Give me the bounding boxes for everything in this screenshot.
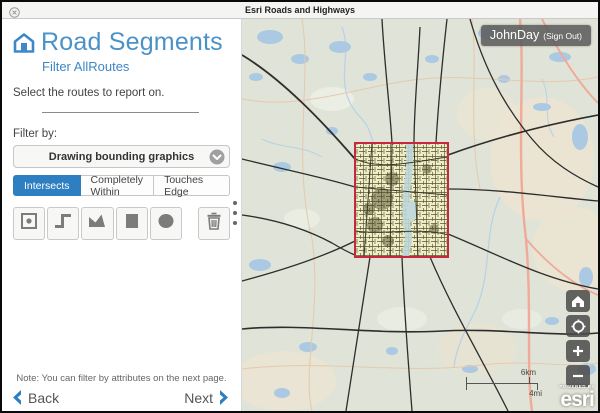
draw-toolbar bbox=[13, 207, 230, 240]
wizard-footer: Back Next bbox=[10, 389, 231, 406]
circle-icon bbox=[156, 211, 176, 236]
polyline-icon bbox=[53, 211, 73, 236]
back-label: Back bbox=[28, 390, 59, 406]
rectangle-tool-button[interactable] bbox=[116, 207, 148, 240]
scale-mi-label: 4mi bbox=[529, 389, 542, 398]
chevron-right-icon bbox=[218, 389, 231, 406]
tab-intersects[interactable]: Intersects bbox=[13, 175, 81, 196]
esri-logo: POWERED BY esri bbox=[559, 385, 595, 411]
basemap bbox=[242, 19, 598, 411]
locate-icon bbox=[571, 319, 586, 334]
minus-icon bbox=[572, 370, 584, 382]
point-tool-button[interactable] bbox=[13, 207, 45, 240]
selection-graphic[interactable] bbox=[355, 143, 448, 257]
home-icon bbox=[571, 295, 585, 308]
tab-completely-within[interactable]: Completely Within bbox=[81, 175, 155, 196]
back-button[interactable]: Back bbox=[10, 389, 64, 406]
window-title: Esri Roads and Highways bbox=[245, 5, 355, 15]
home-extent-button[interactable] bbox=[566, 290, 590, 312]
app-window: Esri Roads and Highways Road Segments Fi… bbox=[0, 0, 600, 413]
polygon-icon bbox=[87, 211, 107, 236]
polyline-tool-button[interactable] bbox=[47, 207, 79, 240]
spatial-relation-tabs: Intersects Completely Within Touches Edg… bbox=[13, 175, 230, 196]
point-icon bbox=[19, 211, 39, 236]
close-icon[interactable] bbox=[9, 5, 20, 16]
filter-by-label: Filter by: bbox=[13, 128, 241, 140]
scale-bar: 6km 4mi bbox=[466, 371, 538, 397]
chevron-left-icon bbox=[10, 389, 23, 406]
panel-resize-handle[interactable] bbox=[231, 195, 239, 231]
home-icon bbox=[12, 32, 36, 54]
polygon-tool-button[interactable] bbox=[81, 207, 113, 240]
tab-touches-edge[interactable]: Touches Edge bbox=[154, 175, 230, 196]
sign-out-label: (Sign Out) bbox=[543, 31, 582, 41]
chevron-down-icon bbox=[209, 149, 225, 165]
next-label: Next bbox=[184, 390, 213, 406]
next-button[interactable]: Next bbox=[179, 389, 231, 406]
scale-km-label: 6km bbox=[521, 368, 536, 377]
instruction-text: Select the routes to report on. bbox=[13, 87, 241, 99]
locate-button[interactable] bbox=[566, 315, 590, 337]
trash-icon bbox=[204, 211, 224, 236]
trash-button[interactable] bbox=[198, 207, 230, 240]
note-text: Note: You can filter by attributes on th… bbox=[2, 373, 241, 384]
divider bbox=[42, 112, 199, 113]
user-name: JohnDay bbox=[490, 28, 539, 42]
esri-brand-label: esri bbox=[559, 389, 595, 410]
map-controls bbox=[566, 287, 590, 387]
dropdown-value: Drawing bounding graphics bbox=[49, 151, 194, 163]
filter-panel: Road Segments Filter AllRoutes Select th… bbox=[2, 19, 242, 411]
user-sign-out-button[interactable]: JohnDay (Sign Out) bbox=[481, 25, 591, 46]
page-title: Road Segments bbox=[41, 28, 223, 57]
page-subtitle: Filter AllRoutes bbox=[42, 59, 241, 74]
circle-tool-button[interactable] bbox=[150, 207, 182, 240]
zoom-in-button[interactable] bbox=[566, 340, 590, 362]
map-canvas[interactable]: JohnDay (Sign Out) bbox=[242, 19, 598, 411]
rectangle-icon bbox=[122, 211, 142, 236]
titlebar: Esri Roads and Highways bbox=[2, 2, 598, 19]
filter-method-dropdown[interactable]: Drawing bounding graphics bbox=[13, 145, 230, 168]
plus-icon bbox=[572, 345, 584, 357]
